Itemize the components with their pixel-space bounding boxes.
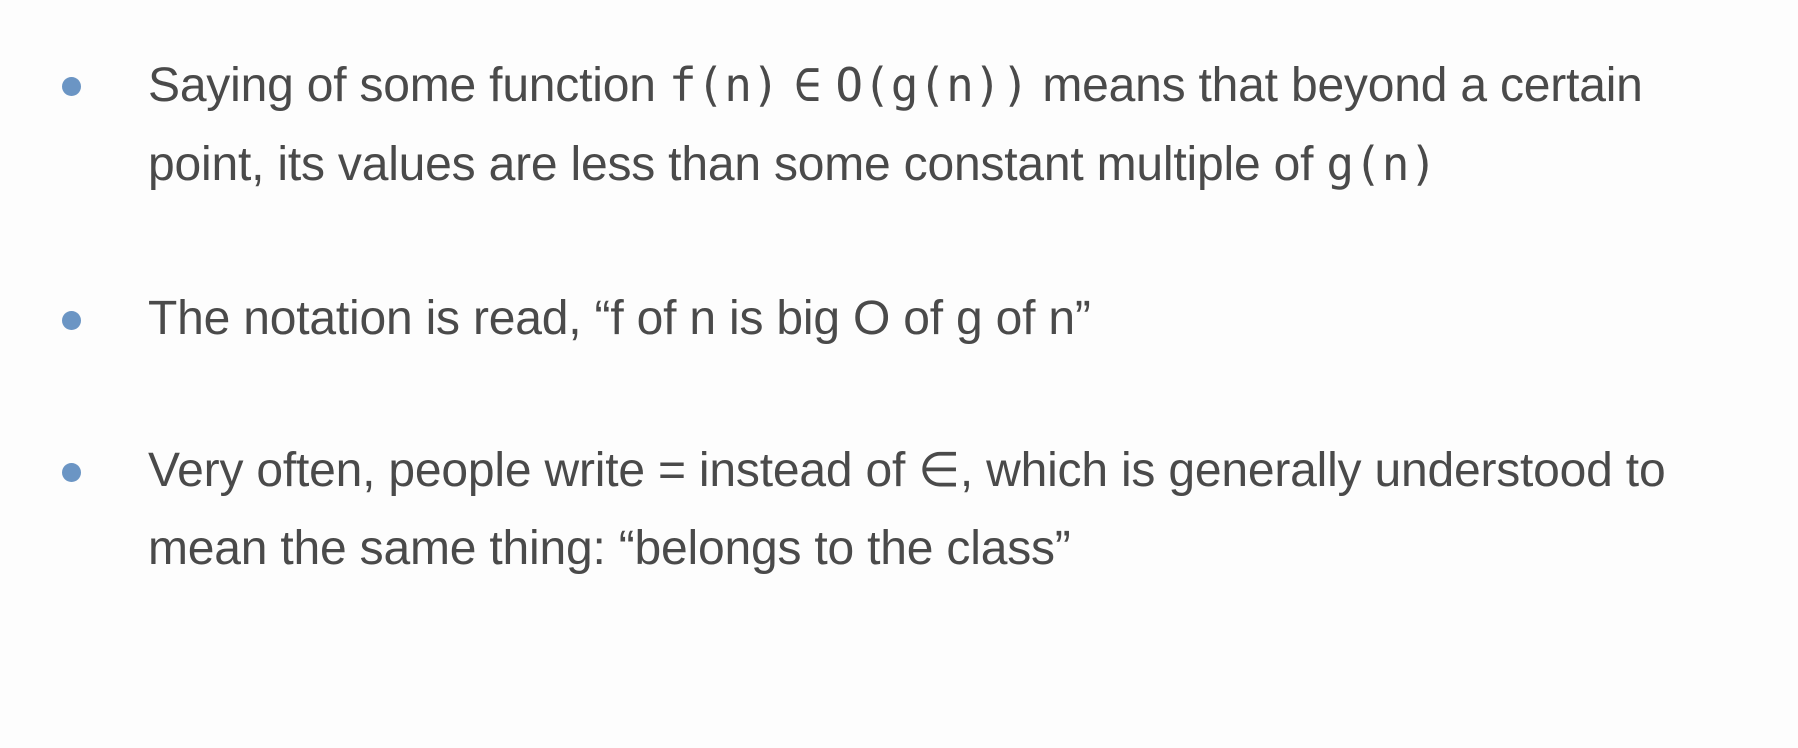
bullet-dot-icon <box>62 77 81 96</box>
bullet-list: Saying of some function f(n) ∈ O(g(n)) mea… <box>60 46 1760 588</box>
bullet-item-big-o-definition: Saying of some function f(n) ∈ O(g(n)) mea… <box>60 46 1760 204</box>
bullet-item-notation-reading: The notation is read, “f of n is big O o… <box>60 280 1760 358</box>
bullet-text-intro: Saying of some function <box>148 59 669 112</box>
slide: Saying of some function f(n) ∈ O(g(n)) mea… <box>0 0 1798 748</box>
bullet-dot-icon <box>62 463 81 482</box>
element-of-symbol: ∈ <box>793 58 822 112</box>
bullet-text: The notation is read, “f of n is big O o… <box>148 292 1091 345</box>
code-g-of-n: g(n) <box>1326 137 1438 191</box>
bullet-dot-icon <box>62 311 81 330</box>
code-big-o-of-g-of-n: O(g(n)) <box>835 58 1030 112</box>
bullet-text: Very often, people write = instead of ∈,… <box>148 444 1666 575</box>
code-f-of-n: f(n) <box>668 58 780 112</box>
bullet-item-equals-usage: Very often, people write = instead of ∈,… <box>60 432 1760 588</box>
